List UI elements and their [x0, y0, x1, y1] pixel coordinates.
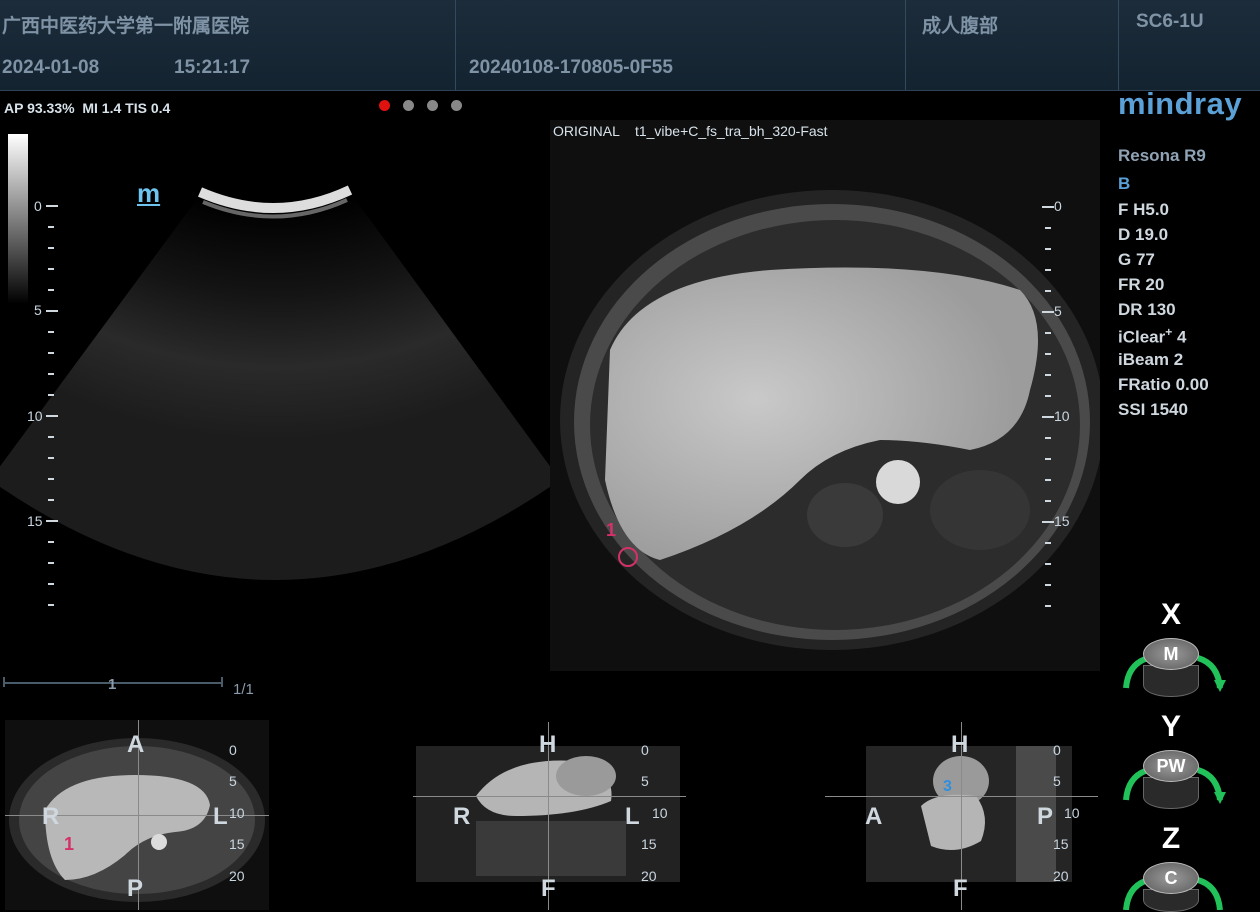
- ruler-label: 10: [229, 805, 245, 821]
- ultrasound-image[interactable]: [0, 120, 550, 680]
- param-frequency: F H5.0: [1118, 200, 1170, 219]
- sagittal-label-top: H: [951, 731, 969, 758]
- thermal-index: TIS 0.4: [125, 100, 171, 116]
- axis-y-label: Y: [1160, 710, 1181, 743]
- exam-time: 15:21:17: [174, 57, 251, 78]
- sagittal-label-bottom: F: [953, 875, 968, 902]
- ruler-label: 15: [229, 836, 245, 852]
- ruler-label: 15: [27, 513, 43, 529]
- param-depth: D 19.0: [1118, 225, 1169, 244]
- ruler-label: 0: [1054, 198, 1062, 214]
- ruler-label: 0: [641, 742, 649, 758]
- coronal-label-bottom: F: [541, 875, 556, 902]
- ruler-label: 20: [641, 868, 657, 884]
- axial-label-right: L: [213, 803, 228, 830]
- coronal-label-left: R: [453, 803, 471, 830]
- ruler-label: 5: [1053, 773, 1061, 789]
- axis-x-label: X: [1160, 598, 1181, 631]
- sagittal-label-right: P: [1037, 803, 1054, 830]
- ruler-label: 5: [1054, 303, 1062, 319]
- view-dot-3[interactable]: [427, 100, 438, 111]
- ruler-label: 20: [1053, 868, 1069, 884]
- param-iclear: iClear+ 4: [1118, 325, 1186, 348]
- header-divider: [455, 0, 456, 90]
- coronal-label-top: H: [539, 731, 557, 758]
- ruler-label: 20: [229, 868, 245, 884]
- ruler-label: 5: [641, 773, 649, 789]
- header-divider: [1118, 0, 1119, 90]
- ruler-label: 10: [1054, 408, 1070, 424]
- ruler-label: 10: [27, 408, 43, 424]
- param-fratio: FRatio 0.00: [1118, 375, 1209, 394]
- ruler-label: 10: [652, 805, 668, 821]
- view-dot-1[interactable]: [379, 100, 390, 111]
- param-gain: G 77: [1118, 250, 1155, 269]
- param-iclear-sup: +: [1165, 325, 1173, 339]
- view-dot-4[interactable]: [451, 100, 462, 111]
- exam-id: 20240108-170805-0F55: [469, 57, 673, 78]
- sagittal-label-left: A: [865, 803, 883, 830]
- device-model: Resona R9: [1118, 146, 1206, 165]
- knob-m-button[interactable]: M: [1143, 638, 1199, 670]
- header-bar: 广西中医药大学第一附属医院 2024-01-08 15:21:17 202401…: [0, 0, 1260, 91]
- ruler-label: 0: [34, 198, 42, 214]
- mri-series-caption: ORIGINAL t1_vibe+C_fs_tra_bh_320-Fast: [553, 123, 828, 139]
- param-ssi: SSI 1540: [1118, 400, 1188, 419]
- mechanical-index: MI 1.4: [82, 100, 122, 116]
- mri-fusion-view[interactable]: 0 5 10 15: [550, 120, 1104, 671]
- axial-label-top: A: [127, 731, 145, 758]
- mri-marker-label: 1: [606, 520, 617, 540]
- axial-label-left: R: [42, 803, 60, 830]
- cine-slider-thumb[interactable]: 1: [108, 676, 116, 693]
- header-divider: [905, 0, 906, 90]
- param-frame-rate: FR 20: [1118, 275, 1165, 294]
- acoustic-status: AP 93.33% MI 1.4 TIS 0.4: [4, 100, 170, 116]
- ruler-label: 10: [1064, 805, 1080, 821]
- ruler-label: 0: [1053, 742, 1061, 758]
- ruler-label: 15: [641, 836, 657, 852]
- knob-c-button[interactable]: C: [1143, 862, 1199, 894]
- axial-marker: 1: [64, 834, 75, 854]
- brand-logo: mindray: [1118, 86, 1243, 121]
- probe-name[interactable]: SC6-1U: [1136, 11, 1204, 33]
- exam-date: 2024-01-08: [2, 57, 100, 78]
- orientation-mark: m: [137, 178, 161, 208]
- ruler-label: 5: [229, 773, 237, 789]
- page-indicator: 1/1: [233, 681, 254, 698]
- param-dynamic-range: DR 130: [1118, 300, 1176, 319]
- acoustic-power: AP 93.33%: [4, 100, 75, 116]
- view-dot-2[interactable]: [403, 100, 414, 111]
- knob-pw-button[interactable]: PW: [1143, 750, 1199, 782]
- ruler-label: 0: [229, 742, 237, 758]
- axial-label-bottom: P: [127, 875, 144, 902]
- axis-z-label: Z: [1161, 822, 1181, 855]
- ruler-label: 5: [34, 302, 42, 318]
- exam-type[interactable]: 成人腹部: [922, 11, 998, 38]
- param-ibeam: iBeam 2: [1118, 350, 1184, 369]
- mri-axial-image: [560, 190, 1104, 650]
- param-iclear-name: iClear: [1118, 327, 1166, 347]
- sagittal-marker: 3: [943, 778, 952, 795]
- hospital-name: 广西中医药大学第一附属医院: [2, 16, 250, 37]
- param-iclear-value: 4: [1177, 327, 1187, 347]
- coronal-label-right: L: [625, 803, 640, 830]
- ruler-label: 15: [1053, 836, 1069, 852]
- ruler-label: 15: [1054, 513, 1070, 529]
- imaging-mode: B: [1118, 174, 1131, 193]
